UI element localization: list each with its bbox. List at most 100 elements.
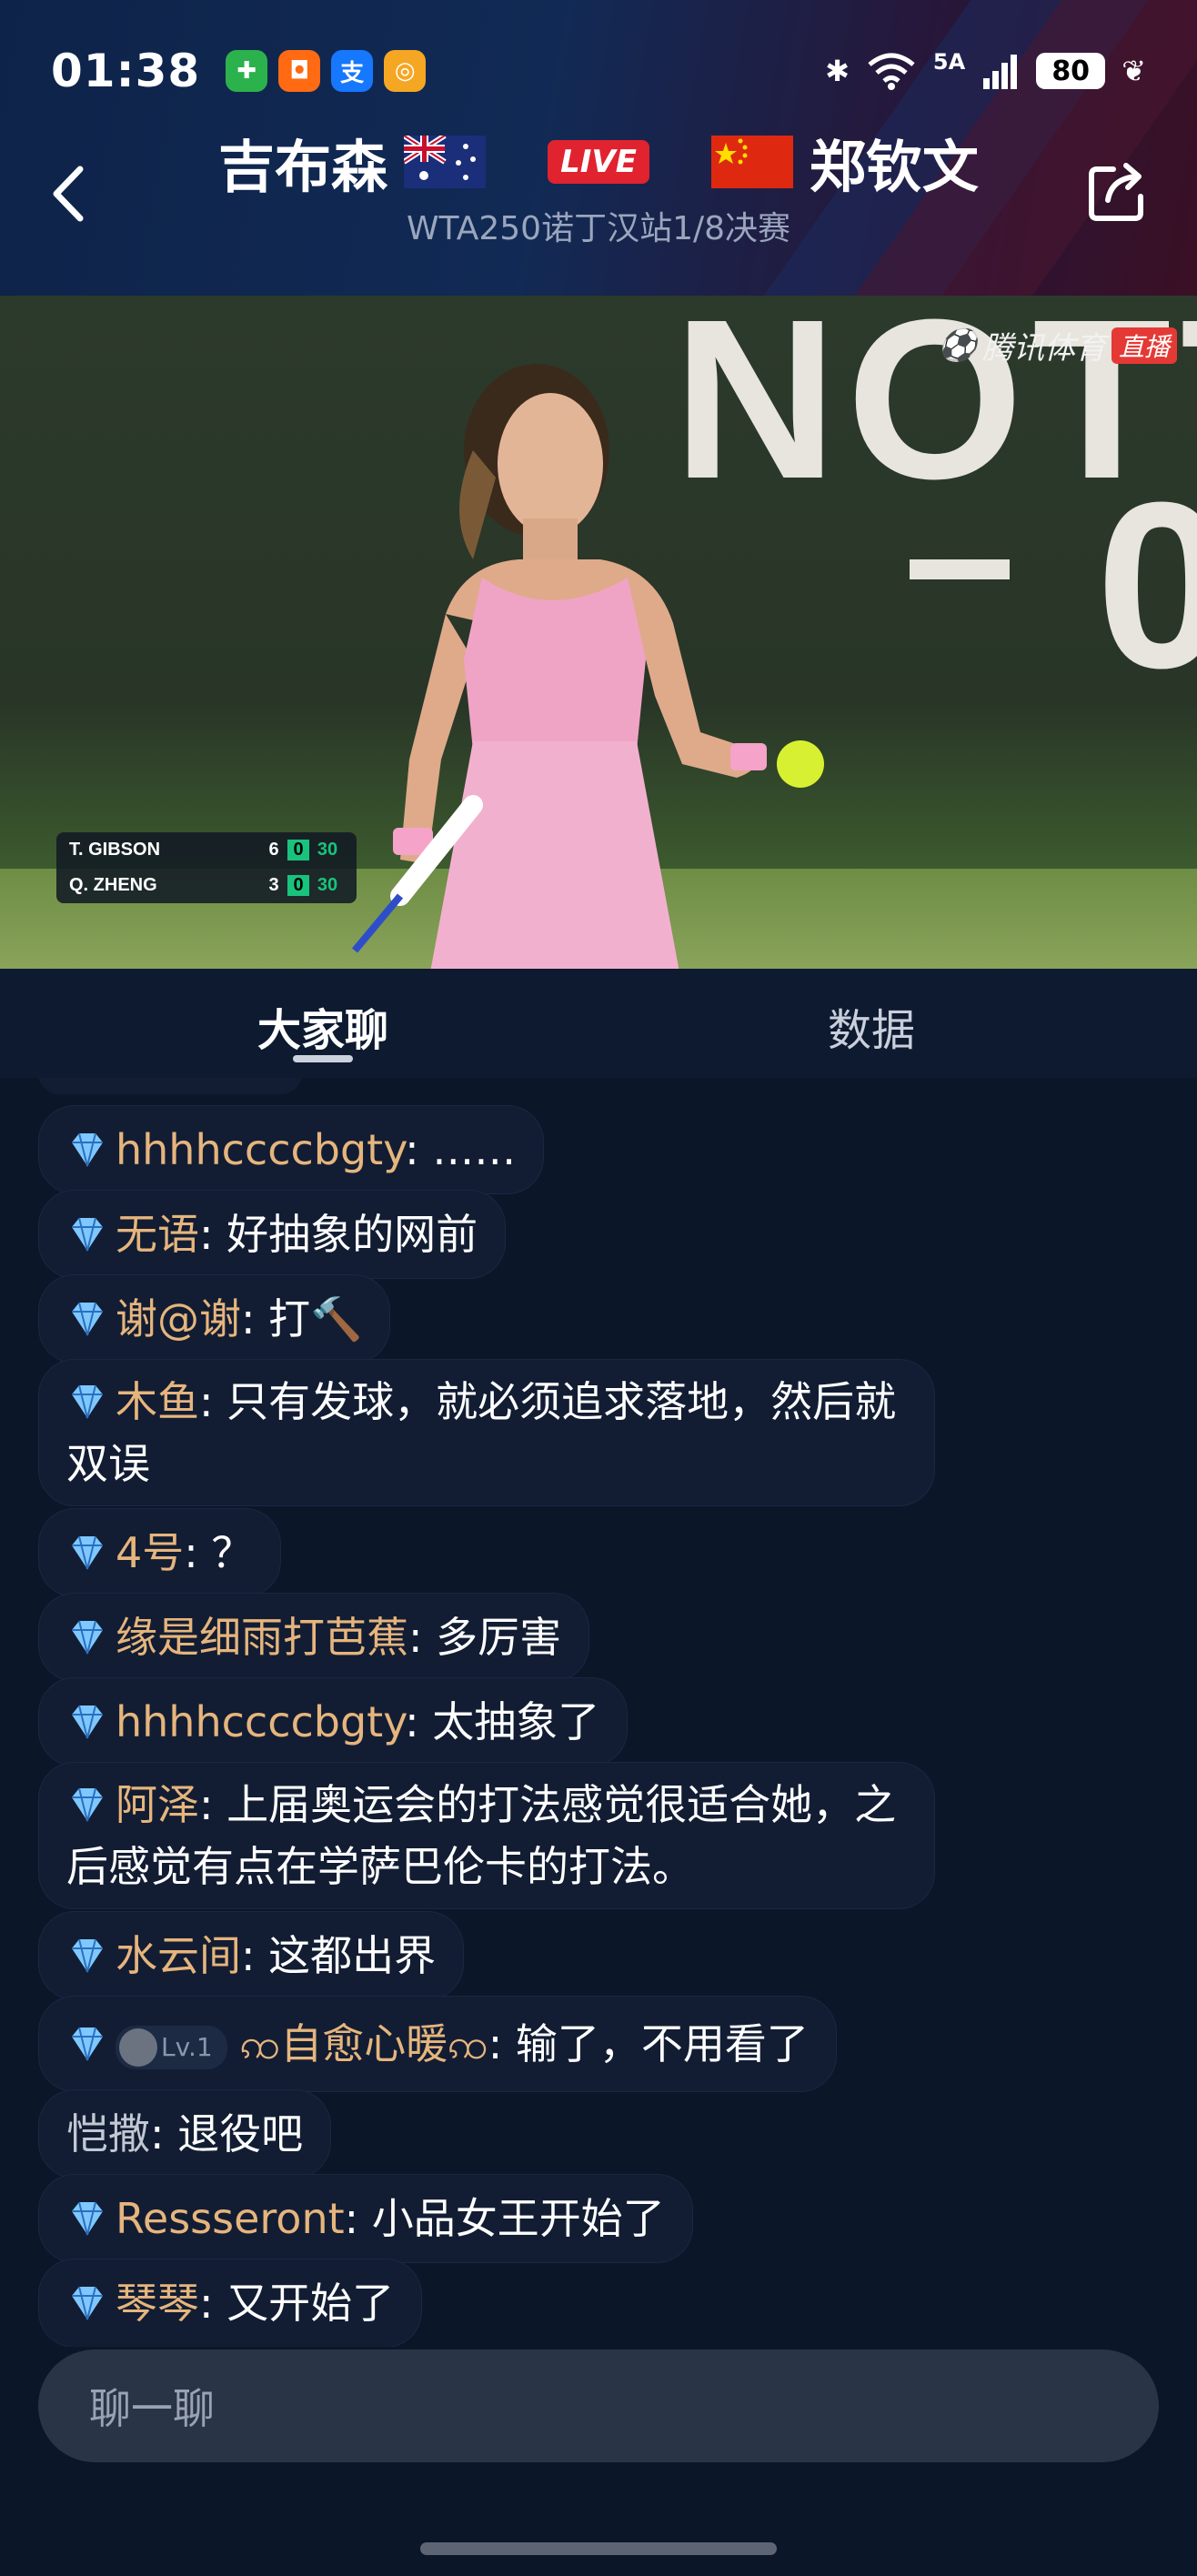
user-level-badge: Lv.1 xyxy=(116,2025,227,2069)
network-type: 5A xyxy=(932,49,966,75)
match-title: 吉布森 LIVE 郑钦文 xyxy=(0,126,1197,200)
tab-data[interactable]: 数据 xyxy=(735,994,1008,1058)
scoreboard-player: Q. ZHENG xyxy=(69,875,157,895)
chat-username[interactable]: hhhhccccbgty xyxy=(116,1697,405,1746)
match-subtitle: WTA250诺丁汉站1/8决赛 xyxy=(406,210,791,247)
live-video-player[interactable]: NOTT 0 ⚽ 腾讯体育 直播 T. GIBSON 6 xyxy=(0,296,1197,969)
chat-text: 多厉害 xyxy=(436,1613,562,1662)
chat-message: 恺撒: 退役吧 xyxy=(38,2089,332,2179)
scoreboard-set: 3 xyxy=(268,875,279,895)
tencent-sports-logo-icon: ⚽ xyxy=(938,327,977,364)
notification-icons: ✚ ◘ 支 ◎ xyxy=(226,50,427,92)
australia-flag-icon xyxy=(404,136,487,188)
scoreboard-points: 30 xyxy=(317,840,338,860)
chat-username[interactable]: 琴琴 xyxy=(116,2279,199,2328)
china-flag-icon xyxy=(710,136,793,188)
signal-icon xyxy=(983,55,1018,89)
share-icon[interactable] xyxy=(1086,160,1150,224)
diamond-badge-icon xyxy=(72,2201,103,2236)
chat-text: 输了，不用看了 xyxy=(515,2019,809,2068)
status-bar: 01:38 ✚ ◘ 支 ◎ ✱ 5A 80 ❦ xyxy=(51,44,1146,98)
scoreboard: T. GIBSON 6 0 30 Q. ZHENG 3 0 30 xyxy=(56,832,357,903)
chat-message: Ressseront: 小品女王开始了 xyxy=(38,2174,693,2263)
scoreboard-game: 0 xyxy=(287,840,309,860)
diamond-badge-icon xyxy=(72,1217,103,1252)
chat-username[interactable]: 4号 xyxy=(116,1528,184,1577)
chat-username[interactable]: 水云间 xyxy=(116,1931,241,1980)
diamond-badge-icon xyxy=(72,1535,103,1570)
chat-username[interactable]: 无语 xyxy=(116,1210,199,1259)
chat-username[interactable]: 谢@谢 xyxy=(116,1294,241,1343)
wifi-icon xyxy=(868,53,915,90)
active-tab-indicator xyxy=(293,1055,353,1062)
chat-text: 退役吧 xyxy=(177,2109,304,2158)
team-right-name: 郑钦文 xyxy=(809,134,979,200)
app-notification-icon: ✚ xyxy=(226,50,268,92)
chat-username[interactable]: Ressseront xyxy=(116,2194,345,2243)
app-notification-icon: ◘ xyxy=(278,50,321,92)
diamond-badge-icon xyxy=(72,1620,103,1655)
tab-chat[interactable]: 大家聊 xyxy=(186,994,459,1058)
chat-username[interactable]: 阿泽 xyxy=(116,1780,199,1829)
scoreboard-game: 0 xyxy=(287,875,309,896)
court-wall-graphic: 0 xyxy=(1096,454,1197,718)
chat-message-partial xyxy=(38,1078,302,1094)
scoreboard-player: T. GIBSON xyxy=(69,840,161,860)
level-avatar-icon xyxy=(119,2028,157,2067)
scoreboard-points: 30 xyxy=(317,875,338,895)
tab-bar: 大家聊 数据 xyxy=(0,969,1197,1078)
chat-message: 琴琴: 又开始了 xyxy=(38,2259,423,2347)
court-wall-graphic xyxy=(910,559,1010,579)
team-left-name: 吉布森 xyxy=(218,134,388,200)
chat-message: hhhhccccbgty: 太抽象了 xyxy=(38,1677,629,1766)
diamond-badge-icon xyxy=(72,1132,103,1167)
broadcaster-watermark: ⚽ 腾讯体育 直播 xyxy=(939,323,1177,367)
chat-text: 太抽象了 xyxy=(432,1697,600,1746)
chat-message: 缘是细雨打芭蕉: 多厉害 xyxy=(38,1593,590,1682)
chat-text: 小品女王开始了 xyxy=(371,2194,665,2243)
chat-message: 无语: 好抽象的网前 xyxy=(38,1190,507,1279)
diamond-badge-icon xyxy=(72,2286,103,2320)
scoreboard-row: Q. ZHENG 3 0 30 xyxy=(56,868,357,903)
chat-message: Lv.1 ꩡ自愈心暖ꩡ: 输了，不用看了 xyxy=(38,1996,837,2092)
status-time: 01:38 xyxy=(51,45,201,97)
diamond-badge-icon xyxy=(72,1384,103,1419)
chat-list[interactable]: hhhhccccbgty: …… 无语: 好抽象的网前 谢@谢: 打🔨 木鱼: … xyxy=(0,1078,1197,2347)
chat-message: 水云间: 这都出界 xyxy=(38,1911,465,2000)
diamond-badge-icon xyxy=(72,1938,103,1973)
match-header: 01:38 ✚ ◘ 支 ◎ ✱ 5A 80 ❦ 吉布森 LIVE 郑钦文 WTA… xyxy=(0,0,1197,296)
chat-message: 谢@谢: 打🔨 xyxy=(38,1274,391,1363)
chat-username[interactable]: hhhhccccbgty xyxy=(116,1125,405,1174)
chat-text: 这都出界 xyxy=(268,1931,437,1980)
chat-text: 又开始了 xyxy=(226,2279,395,2328)
diamond-badge-icon xyxy=(72,2027,103,2061)
chat-text: 好抽象的网前 xyxy=(226,1210,478,1259)
bluetooth-icon: ✱ xyxy=(825,54,850,88)
chat-username[interactable]: 恺撒 xyxy=(66,2109,150,2158)
player-figure xyxy=(351,364,824,969)
scoreboard-set: 6 xyxy=(268,840,279,860)
live-badge: LIVE xyxy=(548,140,649,184)
scoreboard-row: T. GIBSON 6 0 30 xyxy=(56,832,357,868)
chat-text: ？ xyxy=(211,1528,254,1577)
status-indicators: ✱ 5A 80 ❦ xyxy=(825,49,1146,90)
diamond-badge-icon xyxy=(72,1705,103,1739)
watermark-text: 腾讯体育 xyxy=(981,330,1106,367)
chat-text: …… xyxy=(432,1125,517,1174)
diamond-badge-icon xyxy=(72,1302,103,1336)
battery-indicator: 80 xyxy=(1036,53,1106,89)
chat-message: hhhhccccbgty: …… xyxy=(38,1105,545,1194)
chat-input[interactable]: 聊一聊 xyxy=(38,2350,1159,2462)
home-indicator[interactable] xyxy=(420,2542,777,2555)
alipay-icon: 支 xyxy=(331,50,374,92)
chat-username[interactable]: ꩡ自愈心暖ꩡ xyxy=(240,2019,488,2068)
chat-message: 木鱼: 只有发球，就必须追求落地，然后就双误 xyxy=(38,1359,935,1506)
weibo-icon: ◎ xyxy=(384,50,427,92)
diamond-badge-icon xyxy=(72,1787,103,1822)
watermark-live-badge: 直播 xyxy=(1111,327,1177,364)
chat-username[interactable]: 木鱼 xyxy=(116,1377,199,1426)
chat-username[interactable]: 缘是细雨打芭蕉 xyxy=(116,1613,408,1662)
user-level: Lv.1 xyxy=(161,2031,213,2062)
chat-message: 4号: ？ xyxy=(38,1508,282,1597)
chat-text: 打🔨 xyxy=(268,1294,363,1343)
